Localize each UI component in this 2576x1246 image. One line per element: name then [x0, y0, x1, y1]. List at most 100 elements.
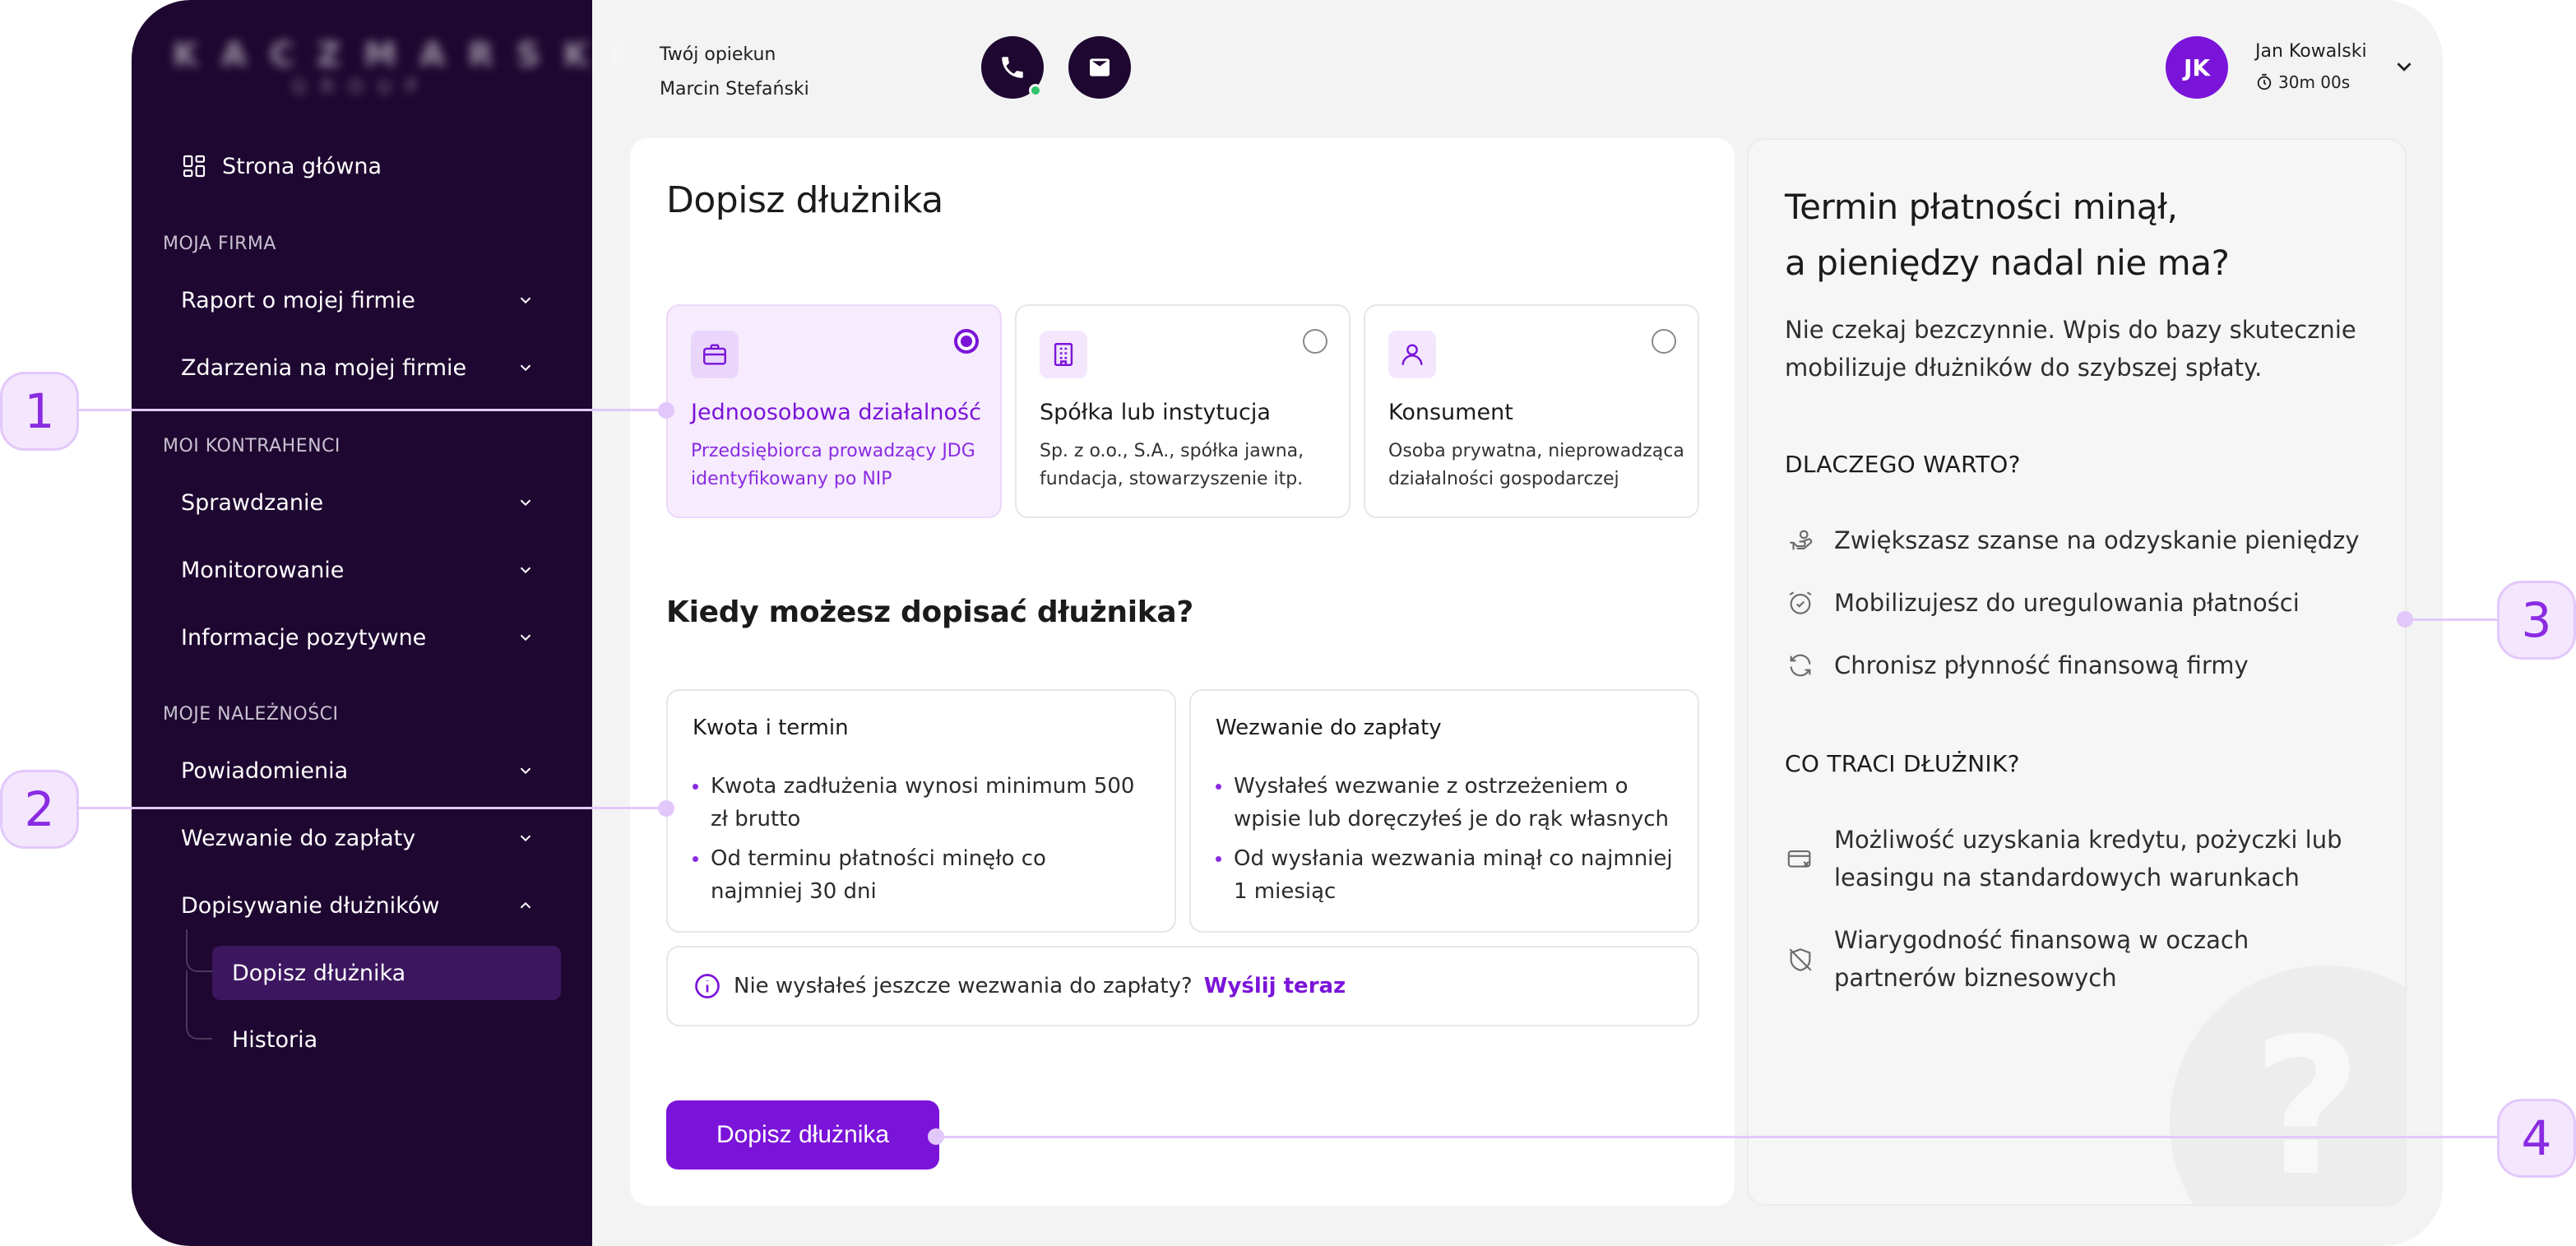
why-item-text: Zwiększasz szanse na odzyskanie pieniędz…	[1834, 526, 2360, 554]
option-title: Konsument	[1388, 400, 1513, 425]
callout-dot-1	[658, 402, 674, 419]
card-x-icon	[1785, 841, 1816, 878]
why-item: Mobilizujesz do uregulowania płatności	[1785, 584, 2300, 622]
refresh-icon	[1785, 646, 1816, 684]
guardian-label: Twój opiekun	[660, 44, 776, 65]
phone-icon	[1002, 57, 1023, 78]
rule-title: Wezwanie do zapłaty	[1216, 716, 1442, 740]
add-debtor-button[interactable]: Dopisz dłużnika	[666, 1100, 939, 1170]
why-item: Zwiększasz szanse na odzyskanie pieniędz…	[1785, 521, 2360, 559]
screen: KACZMARSKI GROUP Strona główna MOJA FIRM…	[0, 0, 2576, 1246]
building-icon	[1040, 331, 1087, 378]
option-jdg[interactable]: Jednoosobowa działalność Przedsiębiorca …	[666, 304, 1002, 518]
send-now-link[interactable]: Wyślij teraz	[1204, 974, 1346, 998]
main-content: Twój opiekun Marcin Stefański JK Jan Kow…	[592, 0, 2443, 1246]
why-item: Chronisz płynność finansową firmy	[1785, 646, 2249, 684]
rule-list: Kwota zadłużenia wynosi minimum 500 zł b…	[693, 770, 1137, 915]
chevron-down-icon	[520, 499, 531, 507]
chevron-down-icon	[520, 835, 531, 842]
sidebar: KACZMARSKI GROUP Strona główna MOJA FIRM…	[132, 0, 647, 1246]
sidebar-item-wezwanie[interactable]: Wezwanie do zapłaty	[181, 816, 551, 860]
sidebar-item-label: Wezwanie do zapłaty	[181, 825, 416, 851]
email-button[interactable]	[1068, 36, 1131, 99]
rule-item: Kwota zadłużenia wynosi minimum 500 zł b…	[693, 770, 1137, 836]
rule-title: Kwota i termin	[693, 716, 849, 740]
lose-title: CO TRACI DŁUŻNIK?	[1785, 750, 2020, 777]
app-window: KACZMARSKI GROUP Strona główna MOJA FIRM…	[132, 0, 2443, 1246]
radio-unselected[interactable]	[1303, 329, 1327, 354]
rule-item: Od wysłania wezwania minął co najmniej 1…	[1216, 842, 1676, 908]
sidebar-item-label: Dopisywanie dłużników	[181, 892, 440, 919]
callout-4: 4	[2497, 1099, 2576, 1178]
rule-item: Wysłałeś wezwanie z ostrzeżeniem o wpisi…	[1216, 770, 1676, 836]
option-title: Spółka lub instytucja	[1040, 400, 1271, 425]
shield-off-icon	[1785, 941, 1816, 979]
mail-icon	[1090, 58, 1110, 76]
sidebar-item-monitorowanie[interactable]: Monitorowanie	[181, 548, 551, 592]
dashboard-grid-icon	[183, 155, 206, 178]
add-debtor-form-card: Dopisz dłużnika Jednoosobowa działalność…	[630, 138, 1735, 1206]
page-title: Dopisz dłużnika	[666, 179, 943, 221]
callout-2: 2	[0, 770, 79, 849]
sidebar-item-powiadomienia[interactable]: Powiadomienia	[181, 748, 551, 793]
sidebar-item-sprawdzanie[interactable]: Sprawdzanie	[181, 480, 551, 525]
sidebar-item-dopisz-dluznika[interactable]: Dopisz dłużnika	[212, 946, 561, 1000]
question-mark-decoration: ?	[2170, 966, 2405, 1204]
online-status-dot	[1029, 84, 1042, 97]
info-card-text: Nie czekaj bezczynnie. Wpis do bazy skut…	[1785, 316, 2356, 382]
user-menu-chevron-icon[interactable]	[2392, 54, 2416, 79]
sidebar-item-historia[interactable]: Historia	[212, 1012, 561, 1067]
option-spolka[interactable]: Spółka lub instytucja Sp. z o.o., S.A., …	[1015, 304, 1351, 518]
callout-1: 1	[0, 372, 79, 451]
callout-dot-2	[658, 800, 674, 817]
sidebar-item-label: Raport o mojej firmie	[181, 287, 415, 313]
lose-item: Możliwość uzyskania kredytu, pożyczki lu…	[1785, 821, 2361, 896]
radio-unselected[interactable]	[1652, 329, 1676, 354]
sidebar-item-dopisywanie[interactable]: Dopisywanie dłużników	[181, 883, 551, 928]
lose-item-text: Wiarygodność finansową w oczach partneró…	[1834, 926, 2249, 992]
lose-item-text: Możliwość uzyskania kredytu, pożyczki lu…	[1834, 826, 2342, 892]
chevron-down-icon	[520, 297, 531, 304]
guardian-name: Marcin Stefański	[660, 79, 809, 100]
logo-text: KACZMARSKI	[173, 36, 647, 74]
sidebar-item-informacje[interactable]: Informacje pozytywne	[181, 615, 551, 660]
nav-home[interactable]: Strona główna	[181, 145, 543, 188]
sidebar-item-label: Zdarzenia na mojej firmie	[181, 354, 467, 381]
chevron-down-icon	[520, 567, 531, 574]
alarm-clock-icon	[1785, 584, 1816, 622]
info-card-title: Termin płatności minął, a pieniędzy nada…	[1785, 179, 2230, 291]
option-description: Sp. z o.o., S.A., spółka jawna, fundacja…	[1040, 441, 1304, 489]
guardian-info: Twój opiekun Marcin Stefański	[660, 38, 809, 107]
sidebar-item-label: Powiadomienia	[181, 757, 349, 784]
option-title: Jednoosobowa działalność	[691, 400, 981, 425]
nav-home-label: Strona główna	[222, 153, 382, 179]
logo-subtext: GROUP	[292, 77, 432, 98]
sidebar-item-raport[interactable]: Raport o mojej firmie	[181, 278, 551, 322]
callout-dot-4	[928, 1128, 944, 1145]
section-moi-kontrahenci: MOI KONTRAHENCI	[163, 436, 341, 456]
option-description: Osoba prywatna, nieprowadząca działalnoś…	[1388, 441, 1684, 489]
why-item-text: Mobilizujesz do uregulowania płatności	[1834, 589, 2300, 617]
briefcase-icon	[691, 331, 739, 378]
why-title: DLACZEGO WARTO?	[1785, 451, 2021, 478]
callout-line-2	[79, 807, 671, 809]
user-avatar[interactable]: JK	[2166, 36, 2228, 99]
why-info-card: ? Termin płatności minął, a pieniędzy na…	[1747, 138, 2407, 1206]
rule-box-payment-call: Wezwanie do zapłaty Wysłałeś wezwanie z …	[1189, 689, 1699, 933]
lose-item: Wiarygodność finansową w oczach partneró…	[1785, 921, 2361, 997]
call-button[interactable]	[981, 36, 1044, 99]
callout-line-4	[936, 1136, 2504, 1138]
company-logo[interactable]: KACZMARSKI GROUP	[173, 36, 647, 102]
sidebar-item-label: Monitorowanie	[181, 557, 345, 583]
sidebar-item-label: Informacje pozytywne	[181, 624, 427, 651]
why-item-text: Chronisz płynność finansową firmy	[1834, 651, 2249, 679]
chevron-up-icon	[520, 901, 531, 909]
session-timer: 30m 00s	[2255, 72, 2350, 92]
session-timer-value: 30m 00s	[2278, 72, 2351, 92]
info-text: Nie wysłałeś jeszcze wezwania do zapłaty…	[734, 974, 1193, 998]
radio-selected[interactable]	[954, 329, 979, 354]
callout-3: 3	[2497, 581, 2576, 660]
sidebar-item-zdarzenia[interactable]: Zdarzenia na mojej firmie	[181, 345, 551, 390]
option-konsument[interactable]: Konsument Osoba prywatna, nieprowadząca …	[1364, 304, 1699, 518]
user-name: Jan Kowalski	[2255, 41, 2367, 62]
